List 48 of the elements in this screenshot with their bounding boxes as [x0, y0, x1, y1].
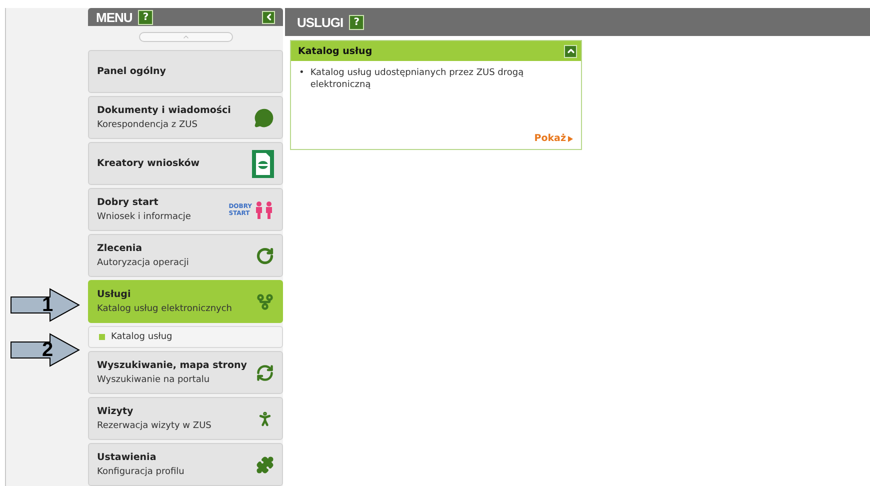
menu-item-subtitle: Rezerwacja wizyty w ZUS — [97, 421, 212, 431]
menu-item-subtitle: Wniosek i informacje — [97, 212, 192, 222]
menu-item[interactable]: Dokumenty i wiadomości Korespondencja z ZUS — [88, 96, 283, 139]
menu-item-subtitle: Wyszukiwanie na portalu — [97, 375, 211, 385]
menu-item[interactable]: Kreatory wniosków — [88, 142, 283, 185]
menu-item-subtitle: Konfiguracja profilu — [97, 467, 186, 477]
menu-item[interactable]: Wyszukiwanie, mapa strony Wyszukiwanie na portalu — [88, 351, 283, 394]
refresh-icon — [256, 246, 274, 264]
menu-item-subtitle: Katalog usług elektronicznych — [97, 304, 233, 314]
bullet-mark: • — [299, 67, 304, 80]
chevron-up-icon — [182, 33, 190, 41]
help-icon[interactable]: ? — [138, 10, 154, 24]
menu-item-title: Zlecenia — [97, 243, 144, 254]
menu-item-title: Panel ogólny — [97, 66, 167, 77]
help-icon[interactable]: ? — [349, 14, 364, 30]
collapse-button[interactable] — [262, 10, 275, 24]
menu-item-title: Usługi — [97, 289, 132, 300]
fork-icon — [256, 292, 274, 310]
menu-item[interactable]: Zlecenia Autoryzacja operacji — [88, 234, 283, 277]
submenu-item[interactable]: Katalog usług — [88, 326, 283, 348]
menu-item[interactable]: Wizyty Rezerwacja wizyty w ZUS — [88, 397, 283, 440]
annotation-arrow — [10, 288, 80, 322]
submenu-item-label: Katalog usług — [111, 332, 172, 342]
menu-item-title: Ustawienia — [97, 452, 158, 463]
menu-item-title: Wizyty — [97, 406, 134, 417]
chevron-up-icon — [566, 46, 576, 56]
annotation-number: 1 — [42, 294, 54, 317]
menu-item-title: Wyszukiwanie, mapa strony — [97, 360, 248, 371]
puzzle-icon — [256, 456, 274, 474]
speech-bubble-icon — [254, 108, 274, 128]
menu-item-title: Dokumenty i wiadomości — [97, 105, 232, 116]
menu-item-title: Kreatory wniosków — [97, 158, 200, 169]
content-title: USLUGI — [297, 14, 344, 30]
collapse-button[interactable] — [564, 44, 577, 58]
annotation-arrow — [10, 333, 80, 367]
annotation-number: 2 — [42, 339, 54, 362]
menu-item-title: Dobry start — [97, 197, 160, 208]
menu-item[interactable]: Panel ogólny — [88, 50, 283, 93]
menu-item[interactable]: Ustawienia Konfiguracja profilu — [88, 443, 283, 486]
menu-item[interactable]: Usługi Katalog usług elektronicznych — [88, 280, 283, 323]
card-title: Katalog usług — [298, 46, 372, 56]
document-icon — [252, 150, 274, 178]
triangle-right-icon — [568, 136, 573, 142]
menu-title: MENU — [96, 10, 132, 24]
menu-item-subtitle: Korespondencja z ZUS — [97, 120, 198, 130]
sync-icon — [256, 364, 274, 382]
menu-item-subtitle: Autoryzacja operacji — [97, 258, 190, 268]
card-text: Katalog usług udostępnianych przez ZUS drogą elektroniczną — [310, 67, 525, 91]
